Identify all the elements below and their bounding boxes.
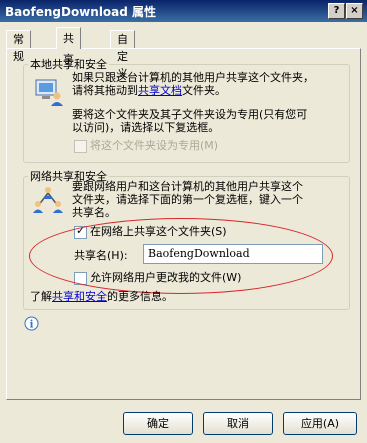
local-desc-2b: 文件夹。: [182, 84, 226, 97]
learn-more-prefix: 了解: [30, 290, 52, 303]
local-desc-2a: 请将其拖动到: [72, 84, 138, 97]
window-title: BaofengDownload 属性: [5, 5, 157, 19]
ok-button[interactable]: 确定: [123, 412, 193, 435]
network-desc-3: 共享名。: [72, 206, 116, 219]
private-checkbox: [74, 140, 87, 153]
computer-users-icon: [35, 79, 63, 106]
close-button[interactable]: ×: [346, 3, 363, 19]
sharing-security-link[interactable]: 共享和安全: [52, 290, 107, 303]
allow-change-label: 允许网络用户更改我的文件(W): [90, 271, 242, 284]
share-on-network-label: 在网络上共享这个文件夹(S): [90, 225, 227, 238]
allow-change-checkbox[interactable]: [74, 272, 87, 285]
network-desc-2: 文件夹，请选择下面的第一个复选框，键入一个: [72, 193, 303, 206]
apply-button[interactable]: 应用(A): [283, 412, 357, 435]
network-users-icon: [33, 187, 63, 213]
network-desc-1: 要跟网络用户和这台计算机的其他用户共享这个: [72, 180, 303, 193]
tab-sharing[interactable]: 共享: [56, 27, 81, 66]
info-icon[interactable]: i: [24, 316, 39, 331]
learn-more-suffix: 的更多信息。: [107, 290, 173, 303]
help-button[interactable]: ?: [328, 3, 345, 19]
svg-text:i: i: [30, 320, 34, 331]
share-on-network-checkbox[interactable]: [74, 224, 87, 239]
local-desc-3: 要将这个文件夹及其子文件夹设为专用(只有您可: [72, 108, 308, 121]
local-desc-2: 请将其拖动到共享文档文件夹。: [72, 84, 226, 98]
private-checkbox-label: 将这个文件夹设为专用(M): [90, 139, 219, 152]
tab-customize[interactable]: 自定义: [110, 30, 135, 80]
share-name-input[interactable]: BaofengDownload: [143, 244, 323, 264]
cancel-button[interactable]: 取消: [203, 412, 273, 435]
local-desc-4: 以访问)，请选择以下复选框。: [72, 121, 220, 134]
learn-more-text: 了解共享和安全的更多信息。: [30, 290, 173, 304]
tab-general[interactable]: 常规: [6, 30, 31, 63]
share-name-label: 共享名(H):: [74, 249, 128, 262]
local-desc-1: 如果只跟这台计算机的其他用户共享这个文件夹，: [72, 71, 314, 84]
title-bar: BaofengDownload 属性 ? ×: [0, 0, 367, 22]
shared-docs-link[interactable]: 共享文档: [138, 84, 182, 97]
